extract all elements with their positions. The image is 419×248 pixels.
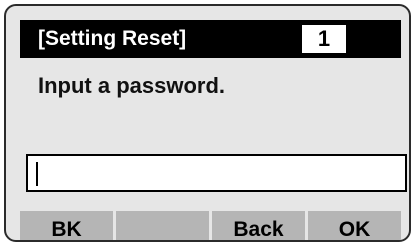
- password-input[interactable]: [26, 154, 407, 192]
- softkey-bk-button[interactable]: BK: [20, 211, 113, 240]
- phone-display: [Setting Reset] 1 Input a password. BK B…: [4, 4, 411, 242]
- title-bar: [Setting Reset] 1: [20, 20, 401, 58]
- softkey-blank-button[interactable]: [116, 211, 209, 240]
- text-cursor: [36, 162, 38, 186]
- softkey-ok-button[interactable]: OK: [308, 211, 401, 240]
- softkey-bar: BK Back OK: [20, 211, 401, 240]
- softkey-back-button[interactable]: Back: [212, 211, 305, 240]
- instruction-text: Input a password.: [38, 73, 226, 98]
- page-number-badge: 1: [302, 25, 346, 53]
- screen-title: [Setting Reset]: [38, 27, 187, 50]
